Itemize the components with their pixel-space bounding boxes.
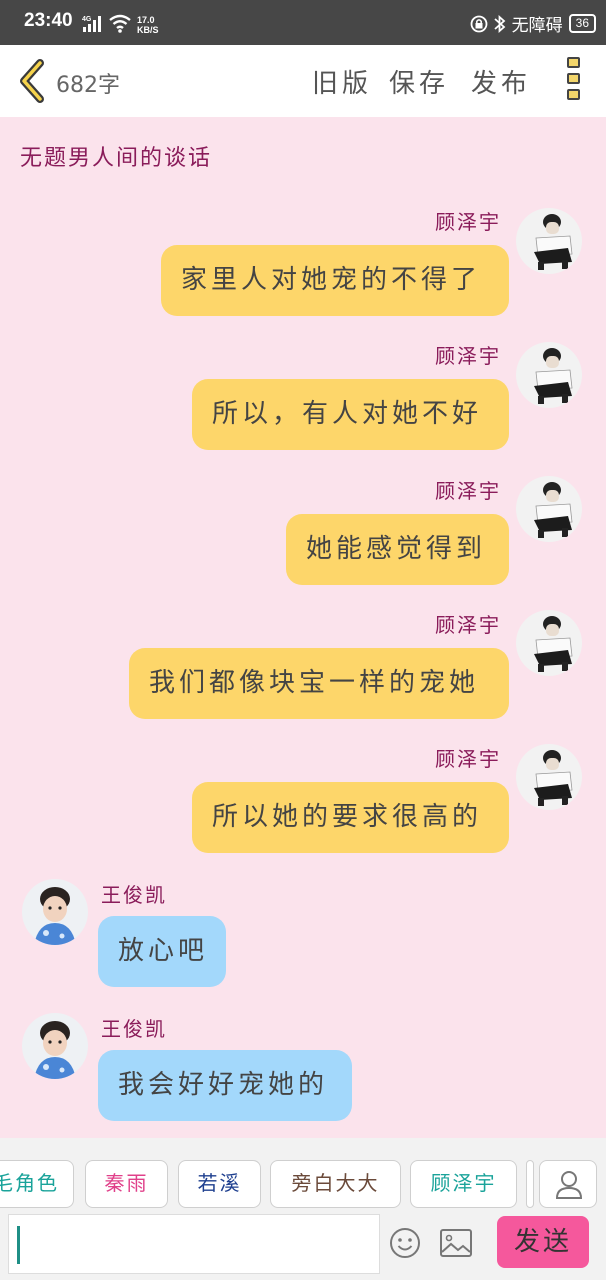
avatar-image <box>516 610 582 676</box>
character-chip[interactable]: 毛角色 <box>0 1160 74 1208</box>
avatar-image <box>516 208 582 274</box>
message-bubble: 我们都像块宝一样的宠她 <box>129 648 509 719</box>
word-count: 682字 <box>56 73 120 98</box>
avatar-image <box>22 879 88 945</box>
character-bar: 毛角色 秦雨 若溪 旁白大大 顾泽宇 <box>0 1138 606 1210</box>
message-bubble: 所以，有人对她不好 <box>192 379 509 450</box>
speaker-name: 顾泽宇 <box>435 613 501 637</box>
bluetooth-icon <box>494 14 505 33</box>
editor-toolbar: 682字 旧版 保存 发布 <box>0 45 606 117</box>
avatar[interactable] <box>516 744 582 810</box>
message-bubble: 所以她的要求很高的 <box>192 782 509 853</box>
image-icon[interactable] <box>439 1227 473 1259</box>
add-character-button[interactable] <box>539 1160 597 1208</box>
avatar-image <box>516 342 582 408</box>
menu-dot-icon <box>566 73 580 84</box>
wifi-icon <box>109 14 131 33</box>
publish-button[interactable]: 发布 <box>471 63 531 100</box>
chat-title: 无题男人间的谈话 <box>20 146 213 171</box>
battery-level: 36 <box>568 14 596 33</box>
avatar[interactable] <box>516 610 582 676</box>
character-chip[interactable]: 旁白大大 <box>270 1160 401 1208</box>
message-bubble: 放心吧 <box>98 916 226 987</box>
speed-unit: KB/S <box>137 25 159 35</box>
status-time: 23:40 <box>24 10 73 31</box>
character-chip-partial[interactable] <box>526 1160 534 1208</box>
menu-dot-icon <box>566 89 580 100</box>
message-bubble: 我会好好宠她的 <box>98 1050 352 1121</box>
avatar[interactable] <box>516 476 582 542</box>
network-type: 4G <box>82 16 92 23</box>
character-chip[interactable]: 顾泽宇 <box>410 1160 517 1208</box>
avatar[interactable] <box>22 879 88 945</box>
character-chip[interactable]: 秦雨 <box>85 1160 168 1208</box>
person-icon <box>555 1171 583 1199</box>
lock-icon <box>470 15 488 32</box>
save-button[interactable]: 保存 <box>389 63 449 100</box>
avatar[interactable] <box>22 1013 88 1079</box>
avatar[interactable] <box>516 342 582 408</box>
speaker-name: 顾泽宇 <box>435 344 501 368</box>
message-bubble: 她能感觉得到 <box>286 514 509 585</box>
character-chip[interactable]: 若溪 <box>178 1160 261 1208</box>
status-right: 无障碍 36 <box>470 11 596 36</box>
speaker-name: 王俊凯 <box>101 883 167 907</box>
network-speed: 17.0 KB/S <box>137 15 159 35</box>
status-bar: 23:40 4G 17.0 KB/S 无障碍 36 <box>0 0 606 45</box>
signal-icon: 4G <box>82 16 101 32</box>
speaker-name: 王俊凯 <box>101 1017 167 1041</box>
back-button[interactable] <box>14 57 50 105</box>
speaker-name: 顾泽宇 <box>435 479 501 503</box>
more-menu-button[interactable] <box>564 57 582 105</box>
speed-value: 17.0 <box>137 15 155 25</box>
menu-dot-icon <box>566 57 580 68</box>
message-bubble: 家里人对她宠的不得了 <box>161 245 509 316</box>
avatar-image <box>516 476 582 542</box>
input-row: 发送 <box>0 1210 606 1280</box>
avatar[interactable] <box>516 208 582 274</box>
send-button[interactable]: 发送 <box>497 1216 589 1268</box>
speaker-name: 顾泽宇 <box>435 747 501 771</box>
avatar-image <box>516 744 582 810</box>
old-version-button[interactable]: 旧版 <box>312 63 372 100</box>
avatar-image <box>22 1013 88 1079</box>
emoji-icon[interactable] <box>388 1226 422 1260</box>
accessibility-label: 无障碍 <box>511 16 563 36</box>
text-caret <box>17 1226 20 1264</box>
speaker-name: 顾泽宇 <box>435 210 501 234</box>
message-input[interactable] <box>8 1214 380 1274</box>
